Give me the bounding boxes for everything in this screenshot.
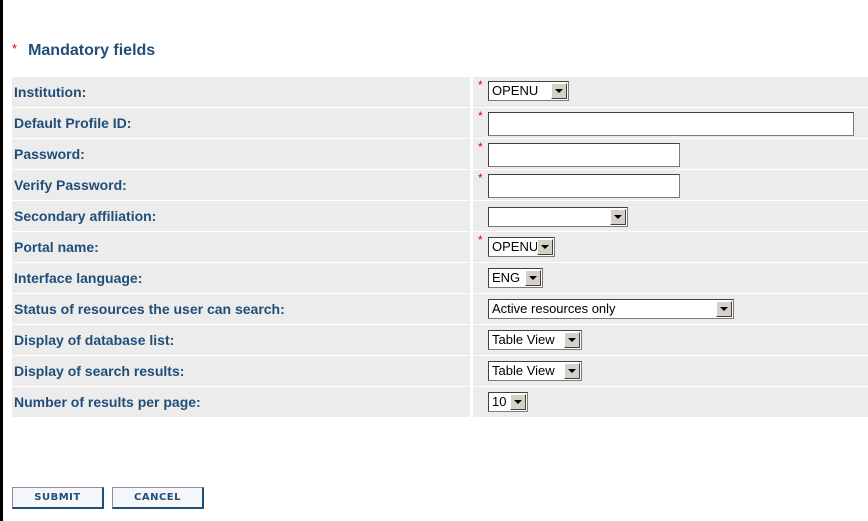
results-per-page-value: 10 bbox=[492, 394, 507, 409]
form-actions: SUBMIT CANCEL bbox=[12, 487, 204, 509]
mandatory-fields-title: Mandatory fields bbox=[28, 42, 156, 59]
interface-language-select[interactable]: ENG bbox=[488, 268, 543, 288]
dropdown-arrow-icon[interactable] bbox=[510, 394, 526, 410]
dropdown-arrow-icon[interactable] bbox=[610, 209, 626, 225]
portal-name-select[interactable]: OPENU bbox=[488, 237, 555, 257]
required-marker: * bbox=[478, 140, 483, 154]
default-profile-id-label: Default Profile ID: bbox=[12, 108, 473, 138]
required-marker: * bbox=[478, 78, 483, 92]
verify-password-input[interactable] bbox=[488, 174, 680, 198]
mandatory-fields-header: * Mandatory fields bbox=[12, 40, 155, 64]
dropdown-arrow-icon[interactable] bbox=[564, 363, 580, 379]
form-row-verify-password: Verify Password: * bbox=[12, 170, 868, 200]
resource-status-select[interactable]: Active resources only bbox=[488, 299, 734, 319]
password-label: Password: bbox=[12, 139, 473, 169]
submit-button[interactable]: SUBMIT bbox=[12, 487, 104, 509]
verify-password-label: Verify Password: bbox=[12, 170, 473, 200]
database-list-display-label: Display of database list: bbox=[12, 325, 473, 355]
institution-select[interactable]: OPENU bbox=[488, 81, 569, 101]
interface-language-value: ENG bbox=[492, 270, 521, 285]
search-results-display-value: Table View bbox=[492, 363, 555, 378]
form-row-search-results-display: Display of search results: Table View bbox=[12, 356, 868, 386]
cancel-button[interactable]: CANCEL bbox=[112, 487, 204, 509]
required-marker: * bbox=[478, 171, 483, 185]
results-per-page-label: Number of results per page: bbox=[12, 387, 473, 417]
results-per-page-select[interactable]: 10 bbox=[488, 392, 528, 412]
database-list-display-select[interactable]: Table View bbox=[488, 330, 582, 350]
form-row-portal-name: Portal name: * OPENU bbox=[12, 232, 868, 262]
resource-status-label: Status of resources the user can search: bbox=[12, 294, 473, 324]
dropdown-arrow-icon[interactable] bbox=[537, 239, 553, 255]
dropdown-arrow-icon[interactable] bbox=[716, 301, 732, 317]
form-row-interface-language: Interface language: ENG bbox=[12, 263, 868, 293]
secondary-affiliation-label: Secondary affiliation: bbox=[12, 201, 473, 231]
form-row-secondary-affiliation: Secondary affiliation: bbox=[12, 201, 868, 231]
dropdown-arrow-icon[interactable] bbox=[551, 83, 567, 99]
secondary-affiliation-select[interactable] bbox=[488, 207, 628, 227]
institution-label: Institution: bbox=[12, 77, 473, 107]
portal-name-value: OPENU bbox=[492, 239, 537, 254]
database-list-display-value: Table View bbox=[492, 332, 555, 347]
user-profile-form: Institution: * OPENU Default Profile ID:… bbox=[12, 76, 868, 418]
password-input[interactable] bbox=[488, 143, 680, 167]
form-row-resource-status: Status of resources the user can search:… bbox=[12, 294, 868, 324]
page-left-border bbox=[0, 0, 3, 521]
required-marker: * bbox=[478, 233, 483, 247]
interface-language-label: Interface language: bbox=[12, 263, 473, 293]
form-row-default-profile-id: Default Profile ID: * bbox=[12, 108, 868, 138]
required-marker: * bbox=[478, 109, 483, 123]
form-row-password: Password: * bbox=[12, 139, 868, 169]
dropdown-arrow-icon[interactable] bbox=[564, 332, 580, 348]
form-row-results-per-page: Number of results per page: 10 bbox=[12, 387, 868, 417]
default-profile-id-input[interactable] bbox=[488, 112, 854, 136]
resource-status-value: Active resources only bbox=[492, 301, 616, 316]
dropdown-arrow-icon[interactable] bbox=[525, 270, 541, 286]
search-results-display-label: Display of search results: bbox=[12, 356, 473, 386]
portal-name-label: Portal name: bbox=[12, 232, 473, 262]
form-row-database-list-display: Display of database list: Table View bbox=[12, 325, 868, 355]
form-row-institution: Institution: * OPENU bbox=[12, 77, 868, 107]
search-results-display-select[interactable]: Table View bbox=[488, 361, 582, 381]
institution-value: OPENU bbox=[492, 83, 539, 98]
required-marker: * bbox=[12, 41, 18, 56]
